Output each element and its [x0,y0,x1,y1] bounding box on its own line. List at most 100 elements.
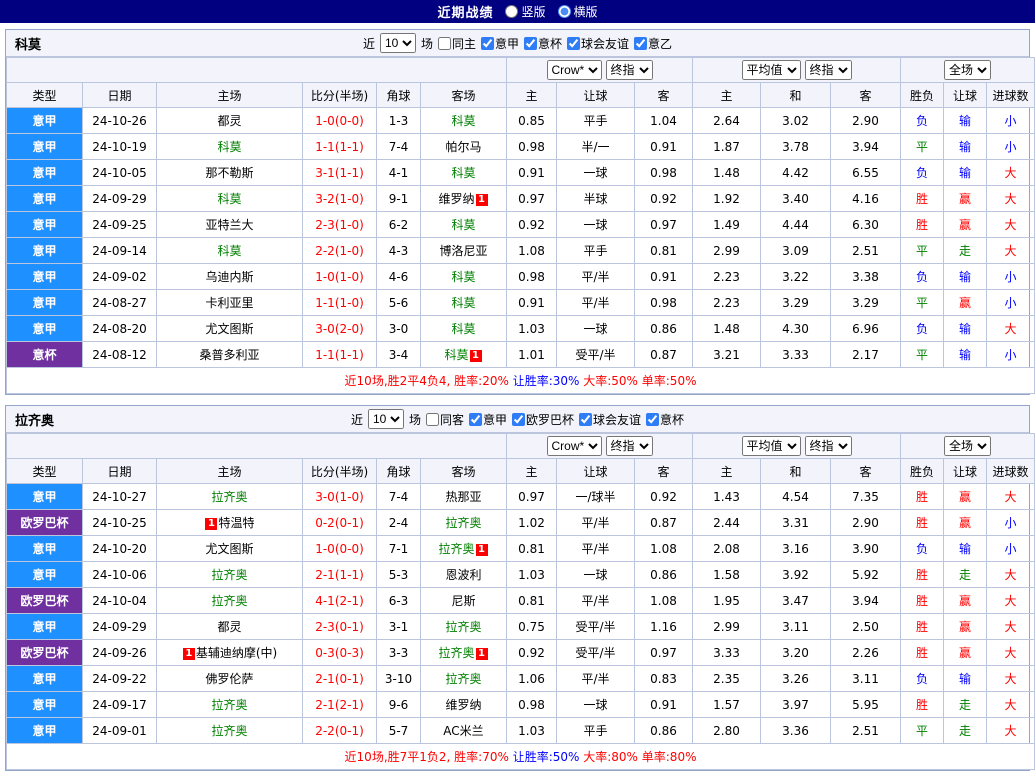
away-odds-cell: 0.81 [633,237,694,264]
date-cell: 24-10-25 [82,509,157,536]
blank-cell [6,433,507,459]
league-filter-checkbox[interactable]: 意杯 [524,35,562,52]
column-header: 主场 [156,82,303,108]
average-time-select[interactable]: 终指 [804,436,852,456]
date-cell: 24-09-26 [82,639,157,666]
scope-select[interactable]: 全场 [944,436,992,456]
away-odds-cell: 0.92 [633,185,694,212]
away-odds-cell: 1.08 [633,587,694,614]
team-link: 基辅迪纳摩(中) [195,646,278,660]
avg-home-odds-cell: 1.95 [692,587,762,614]
league-cell: 意甲 [6,107,83,134]
league-cell: 意甲 [6,289,83,316]
team-sections: 科莫近 10 场同主 意甲 意杯 球会友谊 意乙 Crow* 终指 平均值 终指 全场 类型 日期 主场 比分… [0,29,1035,771]
scope-dropdown-cell: 全场 [900,433,1035,459]
handicap-result-cell: 输 [943,107,988,134]
league-cell: 意甲 [6,133,83,160]
team-link: 拉齐奥 [445,672,482,686]
odds-time-select[interactable]: 终指 [605,436,653,456]
away-odds-cell: 0.86 [633,717,694,744]
league-filter-checkbox-input[interactable] [480,36,494,50]
home-team-cell: 拉齐奥 [156,561,303,588]
corner-cell: 3-3 [376,639,421,666]
league-filter-checkbox-input[interactable] [579,412,593,426]
average-time-select[interactable]: 终指 [804,60,852,80]
away-odds-cell: 1.04 [633,107,694,134]
average-select[interactable]: 平均值 [741,436,801,456]
team-results-section: 科莫近 10 场同主 意甲 意杯 球会友谊 意乙 Crow* 终指 平均值 终指 全场 类型 日期 主场 比分… [5,29,1035,395]
avg-away-odds-cell: 2.90 [830,509,902,536]
home-team-cell: 拉齐奥 [156,483,303,510]
same-venue-checkbox[interactable]: 同客 [425,411,464,428]
league-filter-checkbox[interactable]: 意甲 [480,35,519,52]
league-filter-checkbox-input[interactable] [567,36,581,50]
result-cell: 胜 [900,587,945,614]
corner-cell: 5-7 [376,717,421,744]
vertical-layout-radio[interactable] [505,5,519,18]
column-header: 比分(半场) [302,458,377,484]
league-filter-checkbox[interactable]: 欧罗巴杯 [512,411,574,428]
horizontal-layout-radio[interactable] [557,5,571,18]
same-venue-checkbox[interactable]: 同主 [437,35,476,52]
column-header: 让球 [943,458,988,484]
match-row: 欧罗巴杯 24-10-25 1 特温特 0-2(0-1) 2-4 拉齐奥 1.02 平/半 0.8… [6,509,1035,536]
league-filter-checkbox-input[interactable] [468,412,482,426]
handicap-result-cell: 赢 [943,211,988,238]
column-header-row: 类型 日期 主场 比分(半场) 角球 客场主让球客主和客胜负 让球 进球数 [6,82,1035,108]
same-venue-checkbox-label: 同主 [451,36,476,51]
average-select[interactable]: 平均值 [741,60,801,80]
same-venue-checkbox-input[interactable] [425,412,439,426]
red-card-badge: 1 [475,193,488,206]
recent-count-select[interactable]: 10 [367,409,404,429]
bookmaker-select[interactable]: Crow* [546,436,602,456]
corner-cell: 2-4 [376,509,421,536]
league-filter-checkbox[interactable]: 球会友谊 [567,35,629,52]
result-cell: 胜 [900,211,945,238]
odds-time-select[interactable]: 终指 [605,60,653,80]
bookmaker-select[interactable]: Crow* [546,60,602,80]
average-dropdown-cell: 平均值 终指 [692,433,902,459]
league-filter-checkbox[interactable]: 意乙 [634,35,672,52]
summary-segment: 让胜率:30% [512,374,584,388]
avg-home-odds-cell: 2.80 [692,717,762,744]
column-header: 角球 [376,82,421,108]
league-cell: 意甲 [6,263,83,290]
league-filter-checkbox[interactable]: 意杯 [646,411,684,428]
goals-cell: 大 [986,639,1035,666]
home-odds-cell: 0.98 [506,691,557,718]
team-link: 维罗纳 [438,192,475,206]
league-filter-checkbox-input[interactable] [524,36,537,50]
handicap-line-cell: 受平/半 [556,341,635,368]
goals-cell: 小 [986,289,1035,316]
handicap-result-cell: 输 [943,535,988,562]
layout-vertical-option[interactable]: 竖版 [505,3,546,20]
league-cell: 意甲 [6,237,83,264]
same-venue-checkbox-input[interactable] [437,36,451,50]
filter-controls: 近 10 场 同主 意甲 意杯 球会友谊 意乙 [363,33,672,53]
league-filter-checkbox-input[interactable] [646,412,660,426]
layout-horizontal-option[interactable]: 横版 [557,3,598,20]
scope-select[interactable]: 全场 [944,60,992,80]
handicap-line-cell: 平/半 [556,509,635,536]
avg-home-odds-cell: 1.49 [692,211,762,238]
home-team-cell: 拉齐奥 [156,717,303,744]
match-row: 意甲 24-09-02 乌迪内斯 1-0(1-0) 4-6 科莫 0.98 平/半 0.91 2.… [6,263,1035,290]
corner-cell: 3-10 [376,665,421,692]
summary-segment: 大率:50% [583,374,642,388]
league-filter-checkbox[interactable]: 意甲 [468,411,507,428]
goals-cell: 大 [986,315,1035,342]
league-filter-checkbox-input[interactable] [512,412,525,426]
avg-draw-odds-cell: 3.33 [760,341,832,368]
away-team-cell: 帕尔马 [420,133,507,160]
recent-count-select[interactable]: 10 [379,33,416,53]
match-row: 意甲 24-10-26 都灵 1-0(0-0) 1-3 科莫 0.85 平手 1.04 2.64 3… [6,107,1035,134]
avg-draw-odds-cell: 4.30 [760,315,832,342]
date-cell: 24-10-04 [82,587,157,614]
league-filter-checkbox[interactable]: 球会友谊 [579,411,641,428]
date-cell: 24-09-14 [82,237,157,264]
league-filter-checkbox-input[interactable] [634,36,648,50]
handicap-result-cell: 输 [943,263,988,290]
score-cell: 1-1(1-1) [302,133,377,160]
page-title: 近期战绩 [437,6,494,21]
score-cell: 2-1(1-1) [302,561,377,588]
